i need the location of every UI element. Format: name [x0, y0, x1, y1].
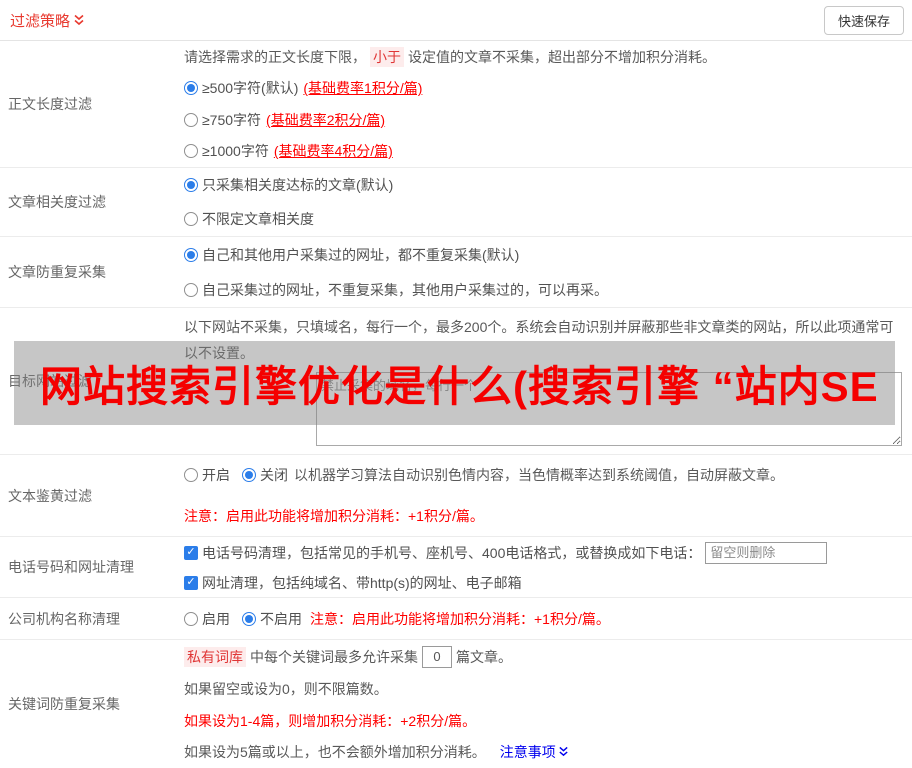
relevance-option-strict[interactable]: 只采集相关度达标的文章(默认) — [184, 175, 904, 195]
url-clean-option: ✓ 网址清理，包括纯域名、带http(s)的网址、电子邮箱 — [184, 573, 904, 593]
notice-link[interactable]: 注意事项 — [500, 742, 569, 762]
checkbox-checked-icon[interactable]: ✓ — [184, 545, 198, 560]
keyword-note-fee: 如果设为1-4篇，则增加积分消耗：+2积分/篇。 — [184, 712, 477, 729]
phone-clean-option: ✓ 电话号码清理，包括常见的手机号、座机号、400电话格式，或替换成如下电话： — [184, 541, 904, 564]
header-bar: 过滤策略 快速保存 — [0, 0, 912, 41]
section-label: 文章防重复采集 — [8, 264, 106, 280]
overlay-banner: 网站搜索引擎优化是什么(搜索引擎 “站内SE — [14, 341, 895, 425]
keyword-note-zero: 如果留空或设为0，则不限篇数。 — [184, 681, 388, 698]
length-option-1000[interactable]: ≥1000字符 (基础费率4积分/篇) — [184, 141, 904, 161]
radio-selected-icon[interactable] — [184, 81, 198, 96]
section-dedup-collect: 文章防重复采集 自己和其他用户采集过的网址，都不重复采集(默认) 自己采集过的网… — [0, 237, 912, 308]
radio-icon[interactable] — [184, 468, 198, 483]
section-content: 私有词库 中每个关键词最多允许采集 篇文章。 如果留空或设为0，则不限篇数。 如… — [178, 640, 912, 768]
relevance-option-any[interactable]: 不限定文章相关度 — [184, 209, 904, 229]
section-content: ✓ 电话号码清理，包括常见的手机号、座机号、400电话格式，或替换成如下电话： … — [178, 537, 912, 597]
porn-filter-note: 注意：启用此功能将增加积分消耗：+1积分/篇。 — [184, 507, 484, 524]
overlay-banner-text: 网站搜索引擎优化是什么(搜索引擎 “站内SE — [40, 362, 879, 410]
section-relevance-filter: 文章相关度过滤 只采集相关度达标的文章(默认) 不限定文章相关度 — [0, 168, 912, 237]
radio-selected-icon[interactable] — [242, 611, 256, 626]
radio-icon[interactable] — [184, 144, 198, 159]
radio-icon[interactable] — [184, 212, 198, 226]
length-option-750[interactable]: ≥750字符 (基础费率2积分/篇) — [184, 110, 904, 130]
section-label: 正文长度过滤 — [8, 96, 92, 112]
filter-strategy-page: 过滤策略 快速保存 正文长度过滤 请选择需求的正文长度下限， 小于 设定值的文章… — [0, 0, 912, 768]
less-than-badge: 小于 — [370, 46, 404, 67]
section-company-name-clean: 公司机构名称清理 启用 不启用 注意：启用此功能将增加积分消耗：+1积分/篇。 — [0, 598, 912, 640]
chevron-double-down-icon — [73, 14, 85, 27]
section-body-length-filter: 正文长度过滤 请选择需求的正文长度下限， 小于 设定值的文章不采集，超出部分不增… — [0, 41, 912, 168]
section-content: 请选择需求的正文长度下限， 小于 设定值的文章不采集，超出部分不增加积分消耗。 … — [178, 41, 912, 167]
radio-icon[interactable] — [184, 611, 198, 626]
company-clean-note: 注意：启用此功能将增加积分消耗：+1积分/篇。 — [310, 610, 610, 627]
page-title-text: 过滤策略 — [10, 12, 71, 30]
keyword-limit-input[interactable] — [422, 645, 452, 668]
length-option-500[interactable]: ≥500字符(默认) (基础费率1积分/篇) — [184, 78, 904, 98]
company-clean-options: 启用 不启用 注意：启用此功能将增加积分消耗：+1积分/篇。 — [184, 609, 904, 629]
intro-text: 请选择需求的正文长度下限， 小于 设定值的文章不采集，超出部分不增加积分消耗。 — [184, 46, 716, 67]
section-porn-filter: 文本鉴黄过滤 开启 关闭 以机器学习算法自动识别色情内容，当色情概率达到系统阈值… — [0, 455, 912, 537]
section-phone-url-clean: 电话号码和网址清理 ✓ 电话号码清理，包括常见的手机号、座机号、400电话格式，… — [0, 537, 912, 598]
private-lexicon-badge: 私有词库 — [184, 646, 246, 667]
replacement-phone-input[interactable] — [705, 541, 828, 564]
fee-note: (基础费率1积分/篇) — [303, 80, 423, 97]
section-keyword-dedup: 关键词防重复采集 私有词库 中每个关键词最多允许采集 篇文章。 如果留空或设为0… — [0, 640, 912, 768]
section-label: 文本鉴黄过滤 — [8, 487, 92, 504]
section-content: 只采集相关度达标的文章(默认) 不限定文章相关度 — [178, 168, 912, 236]
quick-save-button[interactable]: 快速保存 — [823, 5, 904, 35]
porn-filter-description: 以机器学习算法自动识别色情内容，当色情概率达到系统阈值，自动屏蔽文章。 — [294, 467, 784, 484]
porn-filter-options: 开启 关闭 以机器学习算法自动识别色情内容，当色情概率达到系统阈值，自动屏蔽文章… — [184, 465, 904, 485]
radio-selected-icon[interactable] — [242, 468, 256, 483]
fee-note: (基础费率4积分/篇) — [273, 143, 393, 160]
checkbox-checked-icon[interactable]: ✓ — [184, 575, 198, 590]
fee-note: (基础费率2积分/篇) — [266, 111, 386, 128]
keyword-limit-line: 私有词库 中每个关键词最多允许采集 篇文章。 — [184, 645, 904, 668]
dedup-option-all-users[interactable]: 自己和其他用户采集过的网址，都不重复采集(默认) — [184, 245, 904, 265]
radio-icon[interactable] — [184, 282, 198, 297]
section-content: 自己和其他用户采集过的网址，都不重复采集(默认) 自己采集过的网址，不重复采集，… — [178, 237, 912, 307]
radio-selected-icon[interactable] — [184, 247, 198, 262]
chevron-double-down-icon — [558, 746, 569, 758]
section-content: 开启 关闭 以机器学习算法自动识别色情内容，当色情概率达到系统阈值，自动屏蔽文章… — [178, 455, 912, 536]
radio-icon[interactable] — [184, 112, 198, 127]
page-title[interactable]: 过滤策略 — [10, 10, 85, 31]
keyword-note-five: 如果设为5篇或以上，也不会额外增加积分消耗。 注意事项 — [184, 742, 904, 762]
section-label: 文章相关度过滤 — [8, 194, 106, 210]
section-label: 电话号码和网址清理 — [8, 559, 134, 575]
section-label: 公司机构名称清理 — [8, 610, 120, 627]
section-label: 关键词防重复采集 — [8, 696, 120, 712]
radio-selected-icon[interactable] — [184, 178, 198, 192]
dedup-option-self-only[interactable]: 自己采集过的网址，不重复采集，其他用户采集过的，可以再采。 — [184, 280, 904, 300]
section-content: 启用 不启用 注意：启用此功能将增加积分消耗：+1积分/篇。 — [178, 598, 912, 639]
